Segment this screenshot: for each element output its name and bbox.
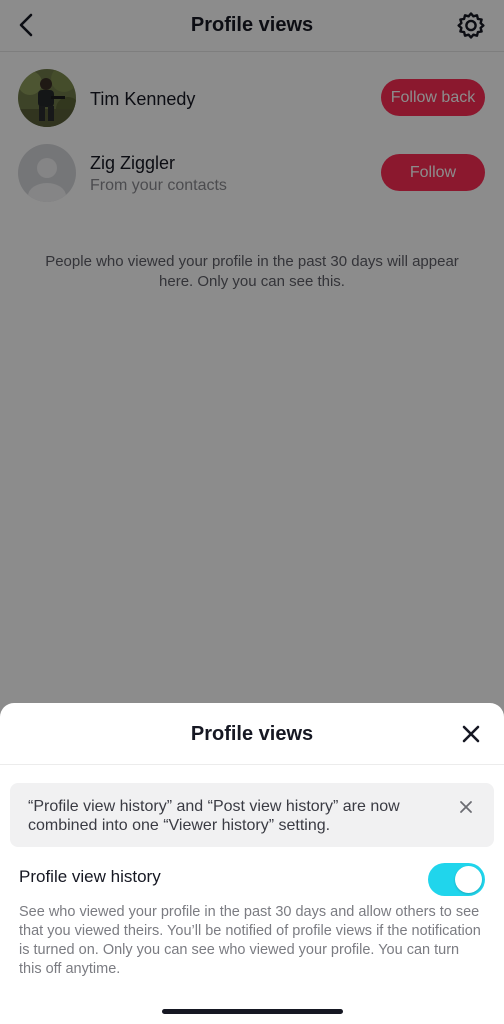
notice-banner: “Profile view history” and “Post view hi… (10, 783, 494, 847)
close-icon[interactable] (458, 721, 484, 747)
sheet-title: Profile views (190, 723, 314, 745)
dismiss-notice-icon[interactable] (456, 797, 476, 817)
divider (0, 764, 504, 765)
toggle-knob (455, 866, 482, 893)
toggle-label: Profile view history (19, 867, 161, 886)
home-indicator (162, 1009, 343, 1014)
notice-text: “Profile view history” and “Post view hi… (28, 798, 400, 834)
toggle-description: See who viewed your profile in the past … (19, 904, 481, 977)
bottom-sheet: Profile views “Profile view history” and… (0, 703, 504, 1024)
profile-view-history-toggle[interactable] (428, 863, 485, 896)
